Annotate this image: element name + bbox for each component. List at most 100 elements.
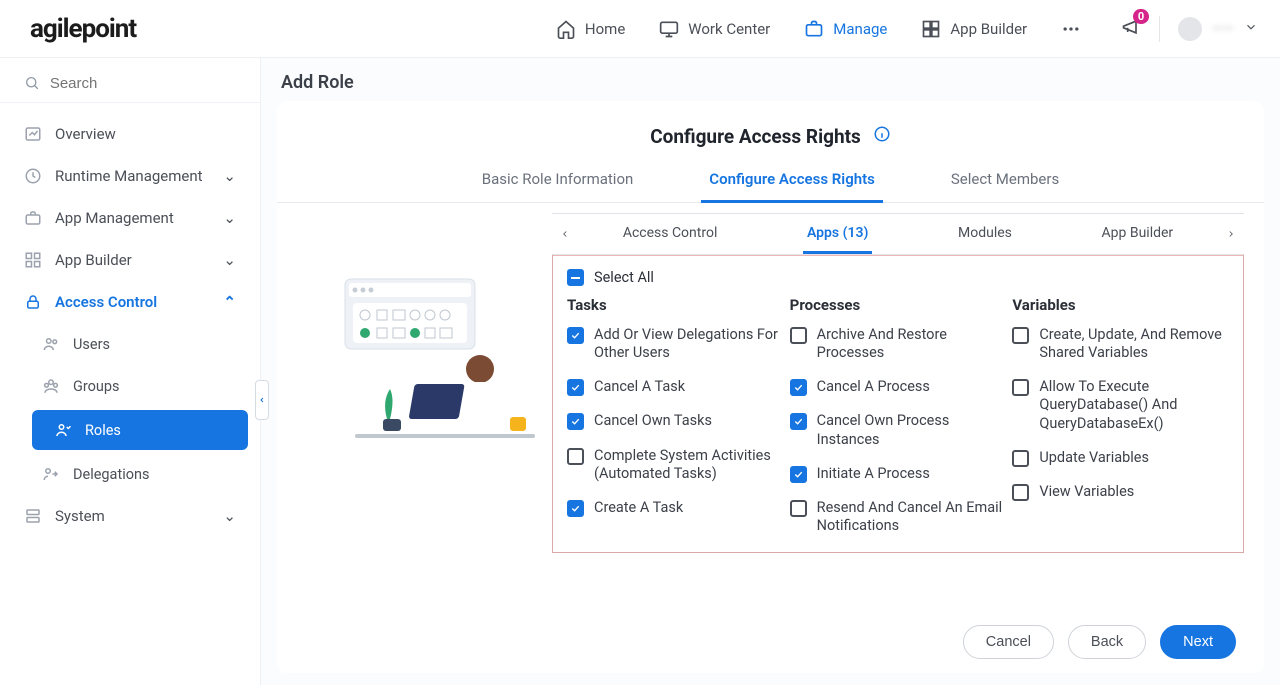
sidebar-appbuilder-label: App Builder <box>55 251 132 269</box>
permission-label: Cancel Own Tasks <box>594 412 712 430</box>
checkbox-checked-icon <box>790 466 807 483</box>
chevron-down-icon: ⌄ <box>223 251 236 269</box>
briefcase-icon <box>24 209 42 227</box>
wizard-tab-members[interactable]: Select Members <box>943 170 1067 202</box>
chevron-down-icon: ⌄ <box>223 209 236 227</box>
sidebar-appbuilder[interactable]: App Builder ⌄ <box>0 239 260 281</box>
permission-label: Resend And Cancel An Email Notifications <box>817 499 1007 535</box>
server-icon <box>24 507 42 525</box>
search-icon <box>24 74 40 92</box>
sidebar-overview[interactable]: Overview <box>0 113 260 155</box>
nav-home-label: Home <box>585 20 625 38</box>
checkbox-unchecked-icon <box>1012 327 1029 344</box>
checkbox-checked-icon <box>567 327 584 344</box>
wizard-tab-rights[interactable]: Configure Access Rights <box>701 170 883 203</box>
column-title-processes: Processes <box>790 296 1007 314</box>
sidebar-groups[interactable]: Groups <box>20 365 260 407</box>
group-icon <box>42 377 60 395</box>
subtab-apps[interactable]: Apps (13) <box>803 215 872 254</box>
sidebar-appmgmt-label: App Management <box>55 209 174 227</box>
user-menu[interactable]: —— <box>1178 17 1258 41</box>
separator <box>1159 16 1160 42</box>
chevron-down-icon: ⌄ <box>223 167 236 185</box>
notifications-button[interactable]: 0 <box>1121 17 1141 41</box>
checkbox-checked-icon <box>790 413 807 430</box>
illustration <box>297 213 552 553</box>
sidebar-overview-label: Overview <box>55 125 116 143</box>
sidebar-collapse-handle[interactable] <box>255 380 269 420</box>
subtab-modules[interactable]: Modules <box>954 215 1016 254</box>
info-icon[interactable] <box>873 125 891 148</box>
checkbox-indeterminate-icon <box>567 269 584 286</box>
permission-row[interactable]: Add Or View Delegations For Other Users <box>567 326 784 362</box>
sidebar-accesscontrol-label: Access Control <box>55 293 157 311</box>
permission-row[interactable]: Update Variables <box>1012 449 1229 467</box>
select-all-label: Select All <box>594 269 654 286</box>
permission-row[interactable]: Resend And Cancel An Email Notifications <box>790 499 1007 535</box>
nav-home[interactable]: Home <box>556 19 625 39</box>
column-title-tasks: Tasks <box>567 296 784 314</box>
permission-label: Create A Task <box>594 499 683 517</box>
permission-label: Archive And Restore Processes <box>817 326 1007 362</box>
grid-icon <box>921 19 941 39</box>
column-title-variables: Variables <box>1012 296 1229 314</box>
brand-text: agilepoint <box>30 14 136 44</box>
permission-row[interactable]: Initiate A Process <box>790 465 1007 483</box>
permission-row[interactable]: Cancel Own Tasks <box>567 412 784 430</box>
sidebar-users-label: Users <box>73 336 110 353</box>
chevron-down-icon <box>1244 19 1258 38</box>
sidebar-users[interactable]: Users <box>20 323 260 365</box>
sidebar-runtime-label: Runtime Management <box>55 167 203 185</box>
permission-row[interactable]: Cancel Own Process Instances <box>790 412 1007 448</box>
permission-row[interactable]: Archive And Restore Processes <box>790 326 1007 362</box>
permission-row[interactable]: Cancel A Process <box>790 378 1007 396</box>
sidebar-roles[interactable]: Roles <box>32 410 248 450</box>
next-button[interactable]: Next <box>1160 625 1236 659</box>
nav-more[interactable] <box>1061 19 1081 39</box>
checkbox-checked-icon <box>790 379 807 396</box>
checkbox-unchecked-icon <box>567 448 584 465</box>
cancel-button[interactable]: Cancel <box>963 625 1054 659</box>
nav-manage-label: Manage <box>833 20 887 38</box>
checkbox-unchecked-icon <box>1012 379 1029 396</box>
sidebar-system-label: System <box>55 507 105 525</box>
nav-appbuilder[interactable]: App Builder <box>921 19 1027 39</box>
permission-label: Update Variables <box>1039 449 1149 467</box>
sidebar-groups-label: Groups <box>73 378 120 395</box>
select-all-checkbox[interactable]: Select All <box>567 265 1229 296</box>
subtab-appbuilder[interactable]: App Builder <box>1098 215 1178 254</box>
checkbox-checked-icon <box>567 413 584 430</box>
nav-appbuilder-label: App Builder <box>950 20 1027 38</box>
permission-row[interactable]: Create A Task <box>567 499 784 517</box>
sidebar-runtime[interactable]: Runtime Management ⌄ <box>0 155 260 197</box>
sidebar-system[interactable]: System ⌄ <box>0 495 260 537</box>
role-icon <box>54 421 72 439</box>
permission-row[interactable]: Cancel A Task <box>567 378 784 396</box>
search-input[interactable] <box>50 75 236 92</box>
permission-row[interactable]: View Variables <box>1012 483 1229 501</box>
chart-icon <box>24 125 42 143</box>
sidebar-delegations[interactable]: Delegations <box>20 453 260 495</box>
subtab-scroll-left[interactable] <box>552 228 578 240</box>
subtab-scroll-right[interactable] <box>1218 228 1244 240</box>
page-title: Add Role <box>261 58 1280 101</box>
permission-label: Complete System Activities (Automated Ta… <box>594 447 784 483</box>
section-title: Configure Access Rights <box>650 125 861 148</box>
back-button[interactable]: Back <box>1068 625 1146 659</box>
permission-row[interactable]: Create, Update, And Remove Shared Variab… <box>1012 326 1229 362</box>
permission-row[interactable]: Allow To Execute QueryDatabase() And Que… <box>1012 378 1229 432</box>
permission-label: Allow To Execute QueryDatabase() And Que… <box>1039 378 1229 432</box>
permission-row[interactable]: Complete System Activities (Automated Ta… <box>567 447 784 483</box>
nav-workcenter[interactable]: Work Center <box>659 19 770 39</box>
wizard-tab-basic[interactable]: Basic Role Information <box>474 170 642 202</box>
chevron-down-icon: ⌄ <box>223 507 236 525</box>
home-icon <box>556 19 576 39</box>
permission-label: Cancel A Process <box>817 378 930 396</box>
sidebar-accesscontrol[interactable]: Access Control ⌃ <box>0 281 260 323</box>
chevron-up-icon: ⌃ <box>223 293 236 311</box>
checkbox-unchecked-icon <box>1012 450 1029 467</box>
subtab-access-control[interactable]: Access Control <box>619 215 722 254</box>
grid-icon <box>24 251 42 269</box>
sidebar-appmgmt[interactable]: App Management ⌄ <box>0 197 260 239</box>
nav-manage[interactable]: Manage <box>804 19 887 39</box>
